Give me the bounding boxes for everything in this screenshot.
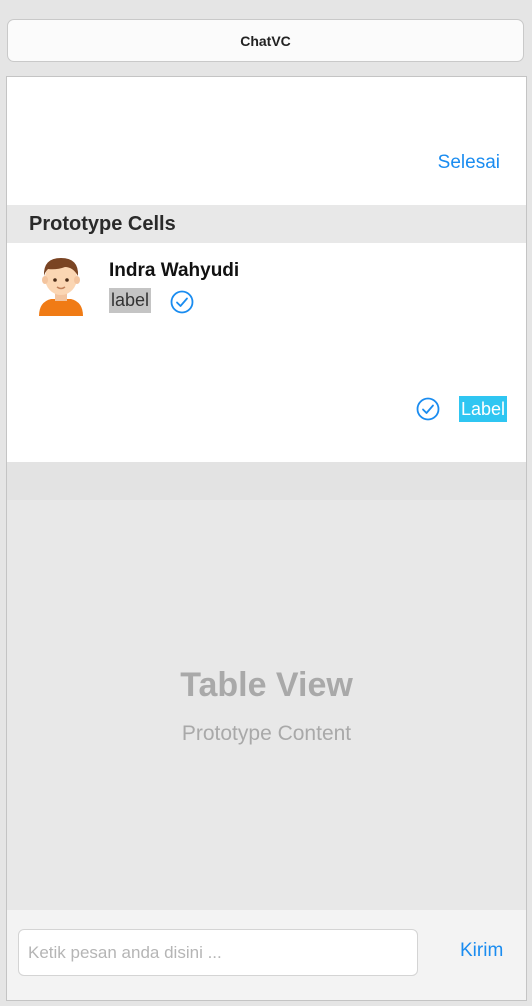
checkmark-circle-icon (170, 290, 194, 314)
section-header-label: Prototype Cells (29, 212, 176, 235)
done-button[interactable]: Selesai (438, 152, 500, 174)
avatar-icon (39, 258, 83, 316)
contact-name: Indra Wahyudi (109, 260, 240, 281)
message-input[interactable] (18, 929, 418, 976)
prototype-cell[interactable]: Indra Wahyudi label Label (7, 243, 526, 462)
table-view-title: Table View (180, 666, 353, 704)
scene-title: ChatVC (240, 32, 291, 49)
message-label: label (109, 288, 152, 313)
message-composer: Kirim (7, 910, 526, 1000)
time-label: Label (459, 396, 508, 422)
section-gap (7, 462, 526, 500)
send-button[interactable]: Kirim (460, 940, 503, 962)
scene-title-bar[interactable]: ChatVC (7, 19, 524, 62)
view-controller-canvas: Selesai Prototype Cells Indra Wahyudi la… (6, 76, 527, 1001)
table-view-placeholder[interactable]: Table View Prototype Content (7, 500, 526, 910)
table-view-subtitle: Prototype Content (181, 722, 352, 745)
section-header: Prototype Cells (7, 205, 526, 243)
checkmark-circle-icon (416, 397, 440, 421)
